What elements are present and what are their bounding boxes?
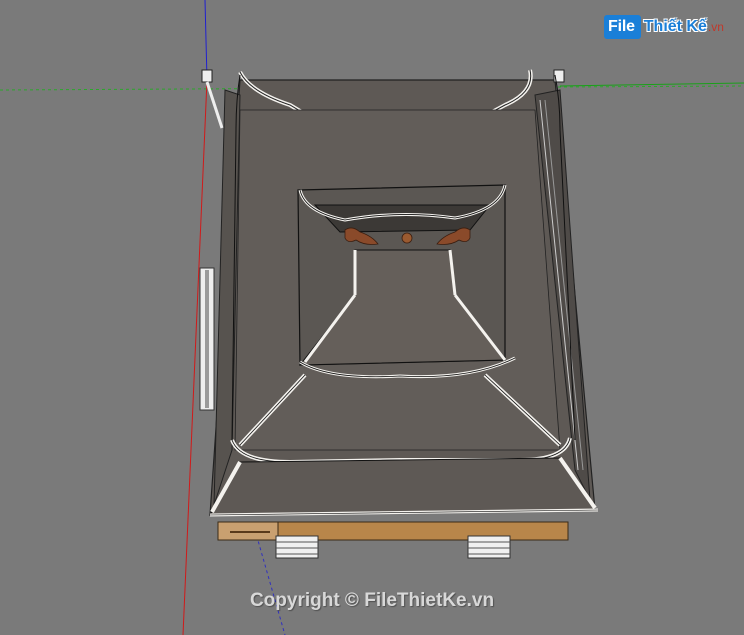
filethietke-logo: File Thiết Kế .vn <box>604 12 724 42</box>
sketchup-viewport[interactable] <box>0 0 744 635</box>
green-axis-solid <box>559 82 744 87</box>
logo-suffix: .vn <box>707 20 724 34</box>
roof-model[interactable] <box>199 69 599 559</box>
logo-brand-text: Thiết Kế <box>643 18 707 35</box>
outer-skirt <box>209 457 596 516</box>
copyright-watermark: Copyright © FileThietKe.vn <box>249 590 495 611</box>
blue-axis <box>204 0 208 81</box>
logo-file-text: File <box>604 15 641 39</box>
